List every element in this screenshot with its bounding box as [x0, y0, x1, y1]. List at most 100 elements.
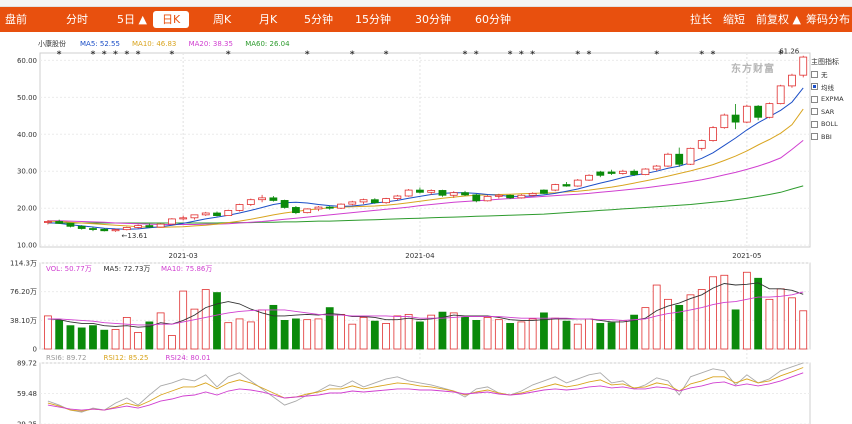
candle [731, 114, 740, 123]
candle [77, 225, 86, 229]
candle [449, 192, 458, 196]
volume-bar [235, 318, 244, 350]
y-tick-label: 30.00 [17, 168, 37, 176]
indicator-option-label: BOLL [821, 120, 838, 129]
toolbar-right-1[interactable]: 缩短 [723, 7, 745, 32]
candle [224, 210, 233, 216]
event-marker: * [711, 50, 716, 60]
candle [641, 168, 650, 175]
volume-bar [43, 315, 52, 350]
checkbox-icon[interactable] [811, 83, 818, 91]
candle [258, 197, 266, 201]
volume-bar [551, 317, 560, 350]
candle [156, 223, 165, 228]
rsi-tick-label: 59.48 [17, 390, 37, 398]
volume-bar [788, 297, 796, 350]
tab-0[interactable]: 盘前 [5, 7, 27, 32]
max-price-label: 61.26 [779, 48, 800, 56]
candle [573, 179, 582, 187]
tab-3[interactable]: 日K [153, 11, 190, 28]
volume-bar [337, 313, 345, 350]
candle [494, 194, 503, 197]
volume-tick-label: 114.3万 [10, 260, 37, 268]
x-tick-label: 2021-04 [405, 252, 435, 260]
volume-bar [303, 319, 312, 350]
window-top-strip [0, 0, 852, 7]
event-marker: * [102, 50, 107, 60]
tab-8[interactable]: 30分钟 [415, 7, 451, 32]
indicator-option-0[interactable]: 无 [811, 68, 852, 81]
indicator-option-2[interactable]: EXPMA [811, 93, 852, 106]
rsi-legend-1: RSI12: 85.25 [104, 354, 149, 362]
tab-7[interactable]: 15分钟 [355, 7, 391, 32]
indicator-option-label: 均线 [821, 83, 834, 92]
rsi-tick-label: 29.25 [17, 421, 37, 424]
candle [562, 184, 571, 187]
x-tick-label: 2021-03 [169, 252, 198, 260]
candle [528, 193, 537, 196]
candle [517, 194, 526, 199]
checkbox-icon[interactable] [811, 133, 818, 141]
candle [686, 147, 695, 165]
checkbox-icon[interactable] [811, 95, 818, 103]
volume-bar [652, 284, 661, 350]
toolbar-right-2[interactable]: 前复权 ▲ [756, 7, 801, 32]
candle [393, 195, 402, 199]
candle [754, 105, 763, 118]
candle [325, 206, 334, 209]
toolbar-right-3[interactable]: 筹码分布 [806, 7, 850, 32]
ma-legend-3: MA60: 26.04 [245, 40, 290, 48]
watermark: 东方财富 [731, 64, 775, 75]
event-marker: * [91, 50, 96, 60]
toolbar-right-0[interactable]: 拉长 [690, 7, 712, 32]
candle [697, 140, 706, 149]
chart-toolbar: 盘前 分时 5日 ▲ 日K 周K 月K 5分钟 15分钟 30分钟 60分钟 拉长 缩短 前复权 ▲ 筹码… [0, 7, 852, 32]
volume-bar [100, 329, 109, 350]
tab-9[interactable]: 60分钟 [475, 7, 511, 32]
event-marker: * [350, 50, 355, 60]
tab-2[interactable]: 5日 ▲ [117, 7, 147, 32]
volume-bar [765, 298, 774, 350]
min-price-label: ←13.61 [122, 232, 148, 240]
volume-bar [246, 321, 255, 350]
checkbox-icon[interactable] [811, 108, 818, 116]
volume-bar [122, 316, 131, 350]
event-marker: * [530, 50, 535, 60]
checkbox-icon[interactable] [811, 70, 818, 78]
ma-legend-0: MA5: 52.55 [80, 40, 120, 48]
tab-1[interactable]: 分时 [66, 7, 88, 32]
volume-bar [483, 316, 492, 350]
candle [179, 217, 188, 220]
event-marker: * [508, 50, 513, 60]
indicator-option-5[interactable]: BBI [811, 131, 852, 144]
volume-bar [697, 289, 706, 350]
event-marker: * [474, 50, 479, 60]
indicator-option-4[interactable]: BOLL [811, 118, 852, 131]
tab-6[interactable]: 5分钟 [304, 7, 333, 32]
volume-bar [314, 318, 323, 350]
event-marker: * [519, 50, 524, 60]
candle [652, 165, 661, 170]
volume-bar [382, 323, 391, 350]
indicator-option-1[interactable]: 均线 [811, 81, 852, 94]
kline-chart[interactable]: 60.00 50.00 40.00 30.00 20.00 10.00 2021-03 202… [0, 33, 852, 424]
indicator-option-3[interactable]: SAR [811, 106, 852, 119]
candle [483, 195, 492, 202]
event-marker: * [587, 50, 592, 60]
x-tick-label: 2021-05 [732, 252, 761, 260]
volume-bar [156, 312, 165, 350]
volume-bar [134, 332, 142, 350]
tab-5[interactable]: 月K [259, 7, 277, 32]
event-marker: * [113, 50, 118, 60]
volume-bar [776, 288, 785, 350]
event-marker: * [654, 50, 659, 60]
candle [201, 212, 210, 216]
tab-4[interactable]: 周K [213, 7, 231, 32]
checkbox-icon[interactable] [811, 120, 818, 128]
volume-bar [494, 319, 503, 350]
candle [618, 170, 627, 174]
candle [630, 170, 639, 175]
candle [776, 85, 785, 105]
volume-bar [77, 327, 86, 350]
volume-bar [359, 316, 368, 350]
